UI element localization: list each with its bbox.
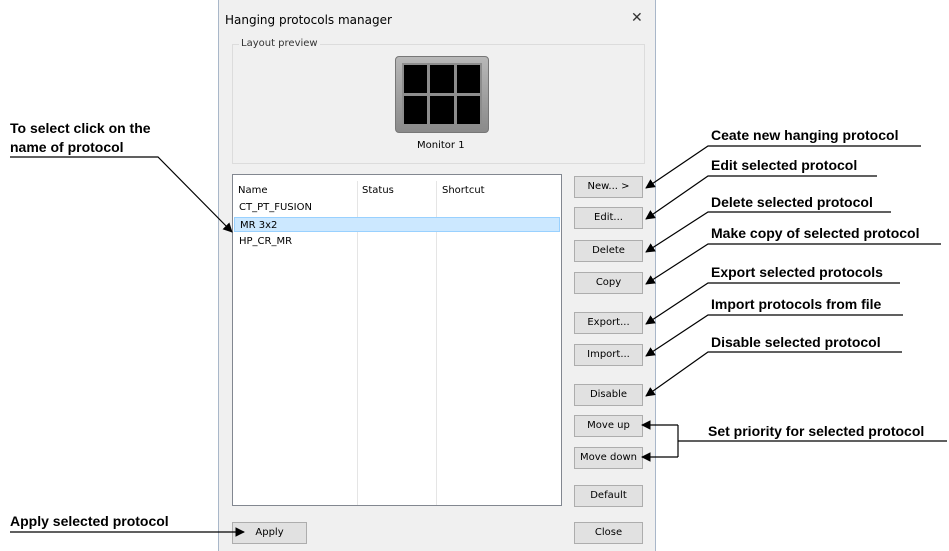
- annotation-apply: Apply selected protocol: [10, 513, 169, 529]
- annotation-new: Ceate new hanging protocol: [711, 127, 899, 143]
- layout-cell: [430, 96, 454, 124]
- table-row[interactable]: HP_CR_MR: [234, 234, 560, 249]
- copy-button[interactable]: Copy: [574, 272, 643, 294]
- annotation-select-line2: name of protocol: [10, 139, 124, 155]
- protocol-name: CT_PT_FUSION: [239, 202, 312, 213]
- annotation-copy: Make copy of selected protocol: [711, 225, 920, 241]
- annotation-edit: Edit selected protocol: [711, 157, 858, 173]
- layout-cell: [456, 96, 480, 124]
- move-up-button[interactable]: Move up: [574, 415, 643, 437]
- annotation-select-line1: To select click on the: [10, 120, 151, 136]
- annotation-priority: Set priority for selected protocol: [708, 423, 925, 439]
- monitor-label: Monitor 1: [417, 140, 465, 151]
- dialog-title: Hanging protocols manager: [225, 13, 392, 27]
- close-button[interactable]: Close: [574, 522, 643, 544]
- layout-cell: [430, 65, 454, 93]
- table-row[interactable]: CT_PT_FUSION: [234, 200, 560, 215]
- layout-cell: [456, 65, 480, 93]
- disable-button[interactable]: Disable: [574, 384, 643, 406]
- move-down-button[interactable]: Move down: [574, 447, 643, 469]
- layout-preview-label: Layout preview: [239, 38, 320, 49]
- delete-button[interactable]: Delete: [574, 240, 643, 262]
- export-button[interactable]: Export...: [574, 312, 643, 334]
- layout-cell: [404, 96, 428, 124]
- hanging-protocols-dialog: Hanging protocols manager ✕ Layout previ…: [218, 0, 656, 551]
- protocol-name: MR 3x2: [240, 220, 278, 231]
- layout-cell: [404, 65, 428, 93]
- monitor-icon: [395, 56, 489, 133]
- column-header-name[interactable]: Name: [238, 185, 268, 196]
- apply-button[interactable]: Apply: [232, 522, 307, 544]
- column-header-shortcut[interactable]: Shortcut: [442, 185, 485, 196]
- annotation-import: Import protocols from file: [711, 296, 882, 312]
- protocol-list[interactable]: Name Status Shortcut CT_PT_FUSION MR 3x2…: [232, 174, 562, 506]
- close-icon[interactable]: ✕: [631, 10, 643, 26]
- annotation-disable: Disable selected protocol: [711, 334, 881, 350]
- layout-grid: [402, 63, 482, 126]
- annotation-export: Export selected protocols: [711, 264, 883, 280]
- callout-disable: [645, 351, 902, 397]
- new-button[interactable]: New... >: [574, 176, 643, 198]
- default-button[interactable]: Default: [574, 485, 643, 507]
- table-row-selected[interactable]: MR 3x2: [234, 217, 560, 232]
- callout-select: [10, 156, 233, 233]
- column-header-status[interactable]: Status: [362, 185, 394, 196]
- edit-button[interactable]: Edit...: [574, 207, 643, 229]
- import-button[interactable]: Import...: [574, 344, 643, 366]
- annotation-delete: Delete selected protocol: [711, 194, 873, 210]
- protocol-name: HP_CR_MR: [239, 236, 293, 247]
